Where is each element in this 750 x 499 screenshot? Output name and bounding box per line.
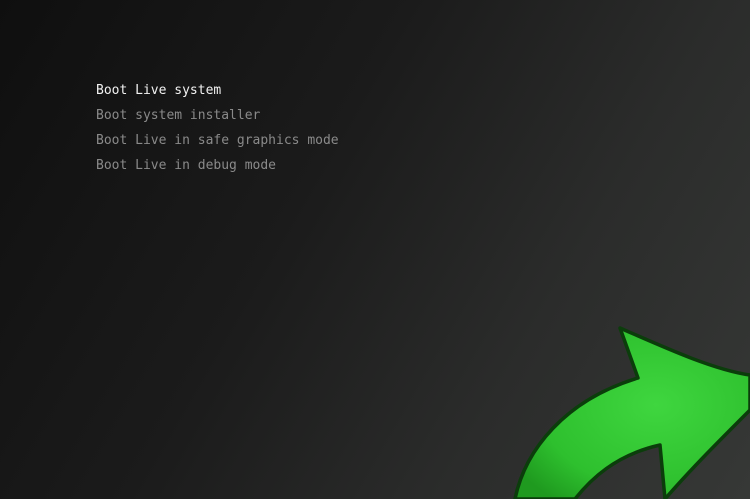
boot-system-installer-item[interactable]: Boot system installer [96, 105, 339, 130]
boot-debug-mode-item[interactable]: Boot Live in debug mode [96, 155, 339, 180]
boot-live-system-item[interactable]: Boot Live system [96, 80, 339, 105]
green-arrow-icon [513, 326, 750, 499]
boot-screen: Boot Live system Boot system installer B… [0, 0, 750, 499]
boot-safe-graphics-item[interactable]: Boot Live in safe graphics mode [96, 130, 339, 155]
arrow-shape [513, 326, 750, 499]
boot-menu: Boot Live system Boot system installer B… [96, 80, 339, 180]
